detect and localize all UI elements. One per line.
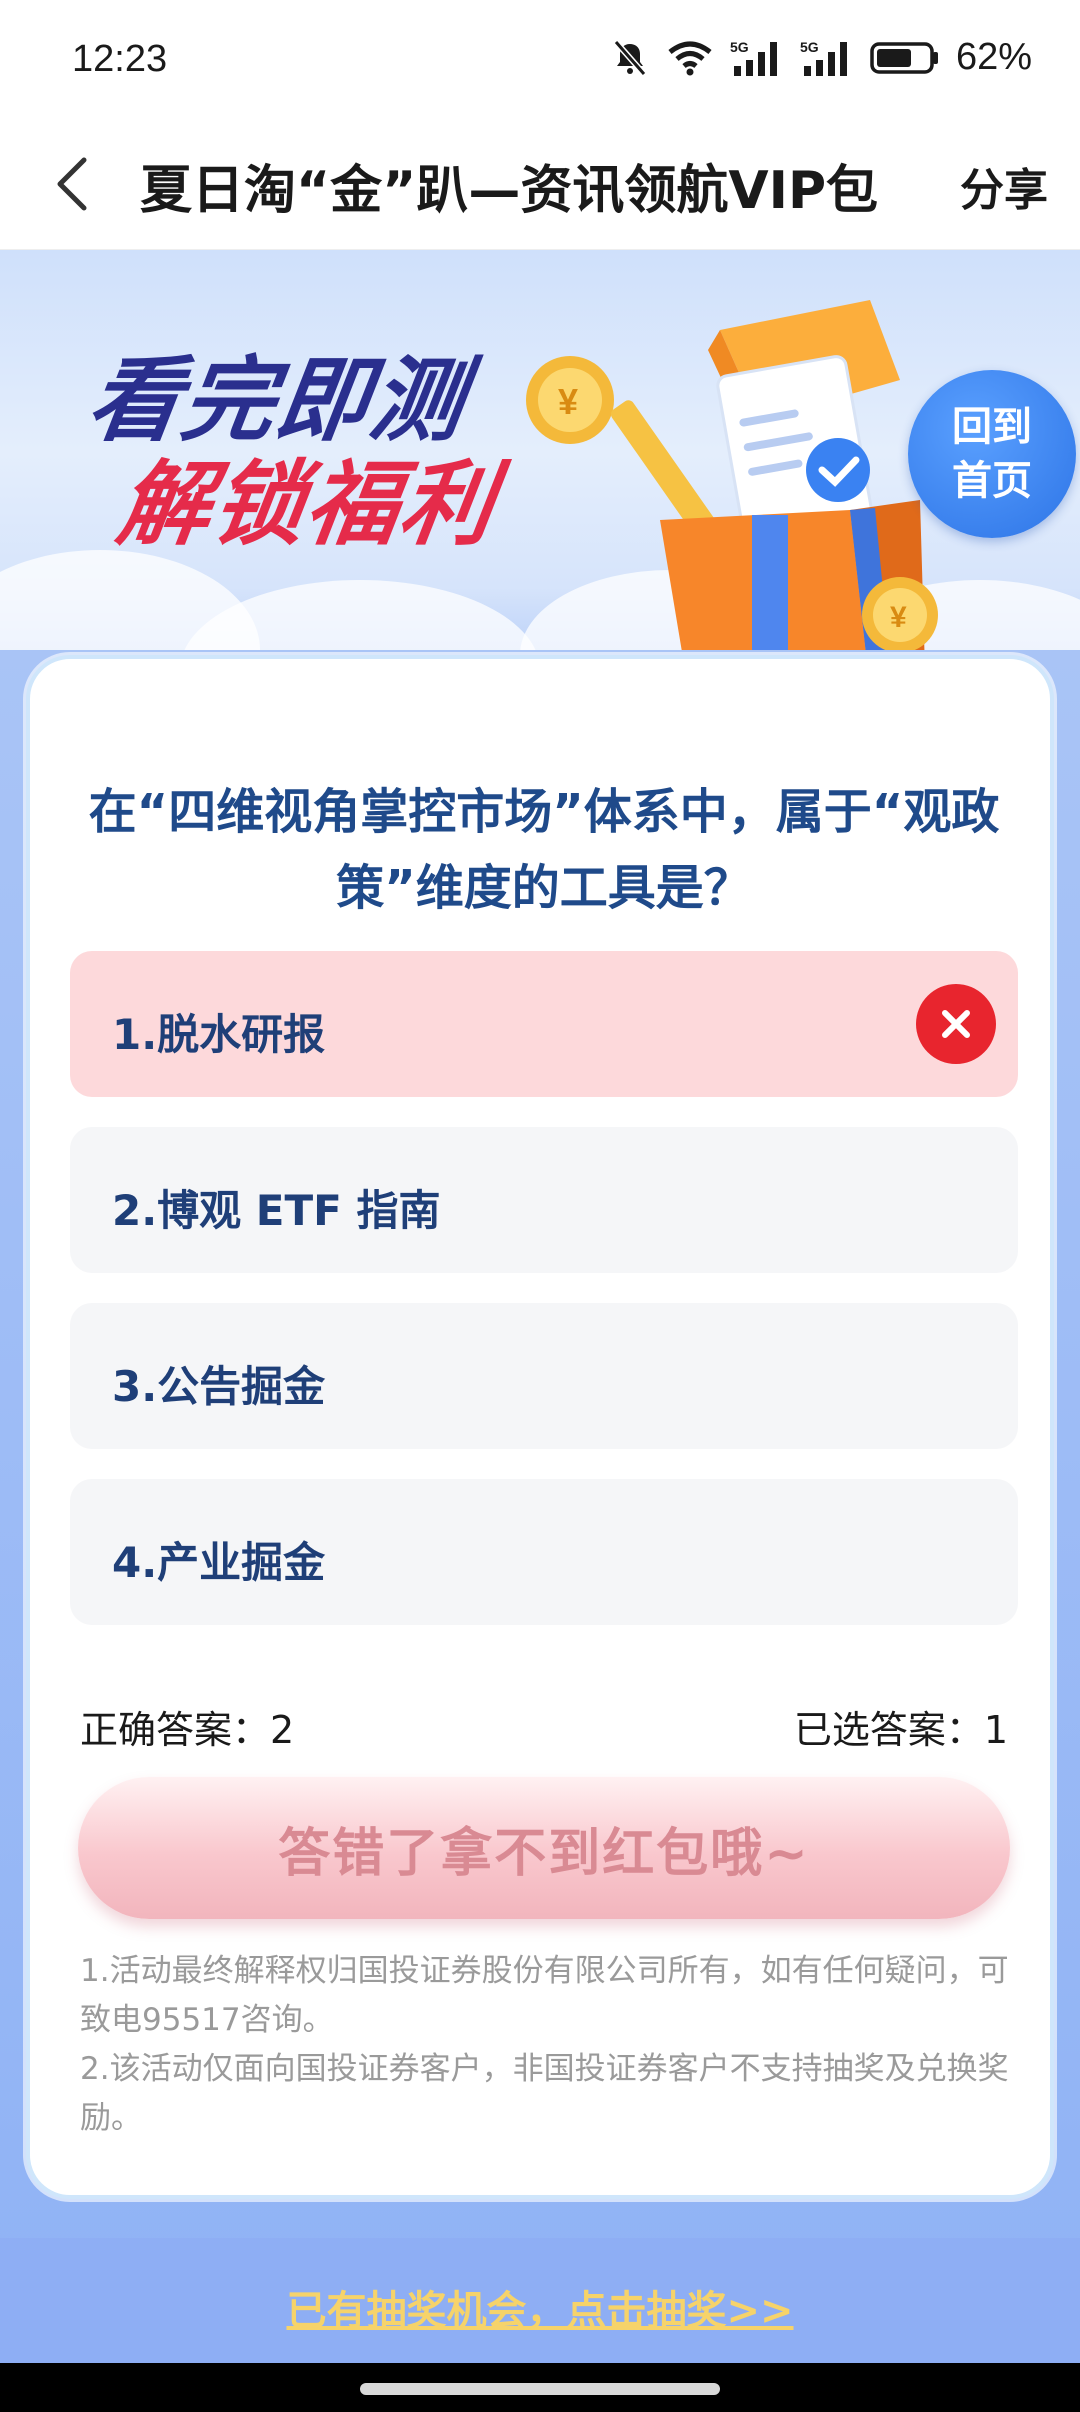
quiz-option-4[interactable]: 4.产业掘金	[70, 1479, 1018, 1625]
quiz-option-3[interactable]: 3.公告掘金	[70, 1303, 1018, 1449]
promo-banner: 看完即测 解锁福利 ¥ ¥ 回到 首页	[0, 250, 1080, 700]
option-label: 3.公告掘金	[112, 1362, 326, 1411]
chevron-left-icon	[57, 157, 87, 211]
rule-item: 2.该活动仅面向国投证券客户，非国投证券客户不支持抽奖及兑换奖励。	[80, 2051, 1009, 2136]
battery-icon	[870, 41, 938, 74]
5g-signal-icon: 5G	[800, 39, 847, 76]
share-button[interactable]: 分享	[960, 154, 1048, 218]
lottery-link[interactable]: 已有抽奖机会，点击抽奖>>	[0, 2278, 1080, 2336]
quiz-option-1[interactable]: 1.脱水研报	[70, 951, 1018, 1097]
status-bar: 12:23 5G 5G 62%	[0, 0, 1080, 118]
wrong-answer-icon	[916, 984, 996, 1064]
home-indicator[interactable]	[360, 2383, 720, 2395]
activity-rules: 1.活动最终解释权归国投证券股份有限公司所有，如有任何疑问，可致电95517咨询…	[80, 1947, 1028, 2143]
banner-subheadline: 解锁福利	[111, 451, 503, 558]
svg-text:¥: ¥	[558, 381, 578, 422]
svg-text:5G: 5G	[730, 39, 749, 55]
correct-answer-text: 正确答案：2	[80, 1708, 295, 1752]
navigation-bar: 夏日淘“金”趴—资讯领航VIP包 分享	[0, 118, 1080, 250]
mute-bell-icon	[613, 39, 647, 76]
option-label: 4.产业掘金	[112, 1538, 326, 1587]
option-label: 2.博观 ETF 指南	[112, 1186, 441, 1235]
status-icons: 5G 5G 62%	[610, 36, 1032, 79]
lottery-bar: 已有抽奖机会，点击抽奖>>	[0, 2238, 1080, 2363]
home-button-label-line1: 回到	[952, 404, 1032, 450]
quiz-question: 在“四维视角掌控市场”体系中，属于“观政策”维度的工具是？	[88, 784, 1000, 916]
status-time: 12:23	[72, 38, 168, 80]
quiz-card: 在“四维视角掌控市场”体系中，属于“观政策”维度的工具是？ 1.脱水研报 2.博…	[26, 655, 1054, 2199]
back-to-home-button[interactable]: 回到 首页	[908, 370, 1076, 538]
wifi-icon	[668, 41, 712, 75]
system-navigation-bar	[0, 2363, 1080, 2412]
result-button[interactable]: 答错了拿不到红包哦~	[78, 1777, 1010, 1919]
option-label: 1.脱水研报	[112, 1010, 326, 1059]
close-icon	[942, 1010, 970, 1038]
battery-percentage: 62%	[955, 36, 1032, 78]
5g-signal-icon: 5G	[730, 39, 777, 76]
page-title: 夏日淘“金”趴—资讯领航VIP包	[140, 161, 879, 221]
home-button-label-line2: 首页	[952, 458, 1032, 504]
svg-text:¥: ¥	[890, 601, 907, 634]
selected-answer-text: 已选答案：1	[793, 1708, 1008, 1752]
back-button[interactable]	[36, 148, 108, 220]
gift-box-illustration: ¥ ¥	[526, 300, 938, 700]
answers-summary: 正确答案：2 已选答案：1	[80, 1699, 1008, 1754]
rule-item: 1.活动最终解释权归国投证券股份有限公司所有，如有任何疑问，可致电95517咨询…	[80, 1953, 1009, 2038]
quiz-option-2[interactable]: 2.博观 ETF 指南	[70, 1127, 1018, 1273]
svg-text:5G: 5G	[800, 39, 819, 55]
